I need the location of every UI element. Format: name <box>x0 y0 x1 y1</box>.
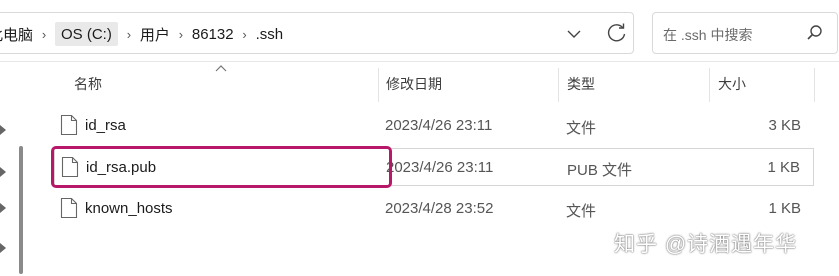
search-icon[interactable] <box>805 23 825 43</box>
file-name: known_hosts <box>85 200 173 217</box>
chevron-right-icon[interactable]: › <box>35 27 53 42</box>
column-header-type[interactable]: 类型 <box>567 66 595 102</box>
highlight-box <box>51 146 392 188</box>
watermark: 知乎 @诗酒遇年华 <box>614 233 798 256</box>
column-header-modified[interactable]: 修改日期 <box>386 66 442 102</box>
file-modified: 2023/4/26 23:11 <box>385 117 493 134</box>
file-size: 3 KB <box>768 117 801 134</box>
breadcrumb-user-folder[interactable]: 86132 <box>190 22 236 46</box>
column-divider[interactable] <box>378 68 379 102</box>
file-row[interactable]: id_rsa 2023/4/26 23:11 文件 3 KB <box>54 107 814 145</box>
file-row[interactable]: known_hosts 2023/4/28 23:52 文件 1 KB <box>54 190 814 228</box>
sort-ascending-icon <box>215 65 227 72</box>
address-toolbar: 此电脑 › OS (C:) › 用户 › 86132 › .ssh 在 .ssh… <box>0 0 839 62</box>
file-icon <box>60 197 78 219</box>
expand-arrow-icon[interactable] <box>0 202 8 214</box>
file-icon <box>60 114 78 136</box>
chevron-right-icon[interactable]: › <box>236 27 254 42</box>
file-size: 1 KB <box>768 200 801 217</box>
file-modified: 2023/4/28 23:52 <box>385 200 494 217</box>
navigation-pane-edge <box>0 62 32 276</box>
file-size: 1 KB <box>767 159 800 176</box>
breadcrumb-users[interactable]: 用户 <box>138 22 172 46</box>
breadcrumb-ssh[interactable]: .ssh <box>254 22 286 46</box>
column-divider[interactable] <box>558 68 559 102</box>
search-input[interactable]: 在 .ssh 中搜索 <box>663 25 752 45</box>
search-box[interactable]: 在 .ssh 中搜索 <box>652 12 838 54</box>
nav-scrollbar[interactable] <box>19 146 23 274</box>
column-header-name[interactable]: 名称 <box>74 66 102 102</box>
file-type: 文件 <box>566 203 597 220</box>
file-modified: 2023/4/26 23:11 <box>386 159 494 176</box>
column-divider[interactable] <box>709 68 710 102</box>
chevron-down-icon[interactable] <box>562 22 586 46</box>
breadcrumb-this-pc[interactable]: 此电脑 <box>0 22 35 46</box>
expand-arrow-icon[interactable] <box>0 242 8 254</box>
column-header-size[interactable]: 大小 <box>718 66 746 102</box>
expand-arrow-icon[interactable] <box>0 124 8 136</box>
file-type: PUB 文件 <box>567 162 633 179</box>
column-divider[interactable] <box>814 68 815 102</box>
expand-arrow-icon[interactable] <box>0 166 8 178</box>
breadcrumb-os-c[interactable]: OS (C:) <box>55 22 118 46</box>
chevron-right-icon[interactable]: › <box>120 27 138 42</box>
chevron-right-icon[interactable]: › <box>172 27 190 42</box>
file-type: 文件 <box>566 120 597 137</box>
refresh-icon[interactable] <box>604 20 630 46</box>
file-name: id_rsa <box>85 117 126 134</box>
breadcrumb: 此电脑 › OS (C:) › 用户 › 86132 › .ssh <box>0 22 285 46</box>
